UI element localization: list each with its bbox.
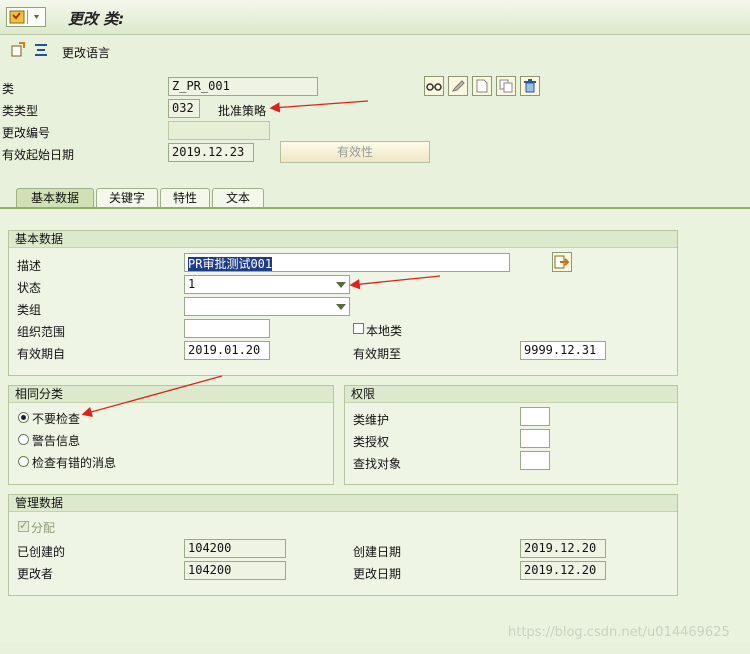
arrow-status — [349, 275, 441, 290]
watermark: https://blog.csdn.net/u014469625 — [508, 625, 730, 640]
arrow-no-check — [81, 375, 223, 417]
annotation-arrows — [81, 100, 441, 417]
arrow-class-type — [269, 100, 369, 113]
